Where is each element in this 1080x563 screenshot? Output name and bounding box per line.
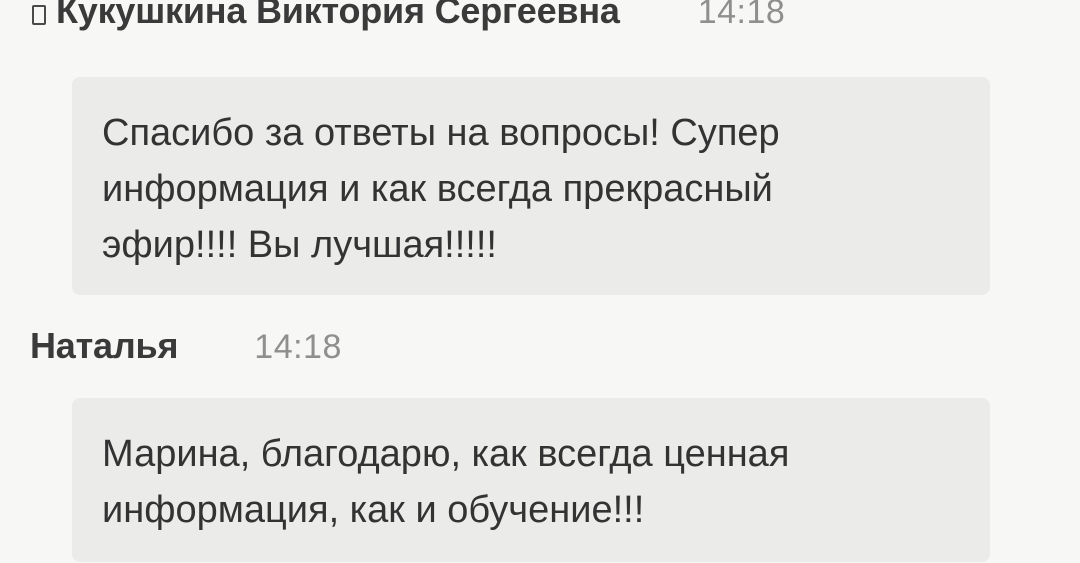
message-header: Кукушкина Виктория Сергеевна 14:18 (32, 0, 785, 40)
phone-icon (32, 5, 46, 25)
sender-name[interactable]: Наталья (30, 325, 178, 367)
sender-name[interactable]: Кукушкина Виктория Сергеевна (56, 0, 620, 32)
message-bubble[interactable]: Марина, благодарю, как всегда ценная инф… (72, 398, 990, 562)
message-bubble[interactable]: Спасибо за ответы на вопросы! Супер инфо… (72, 77, 990, 295)
message-text: Спасибо за ответы на вопросы! Супер инфо… (102, 112, 780, 266)
message-header: Наталья 14:18 (30, 325, 342, 375)
chat-message-list: Кукушкина Виктория Сергеевна 14:18 Спаси… (0, 0, 1080, 563)
message-time: 14:18 (697, 0, 786, 31)
message-text: Марина, благодарю, как всегда ценная инф… (102, 433, 790, 531)
message-time: 14:18 (254, 328, 342, 366)
